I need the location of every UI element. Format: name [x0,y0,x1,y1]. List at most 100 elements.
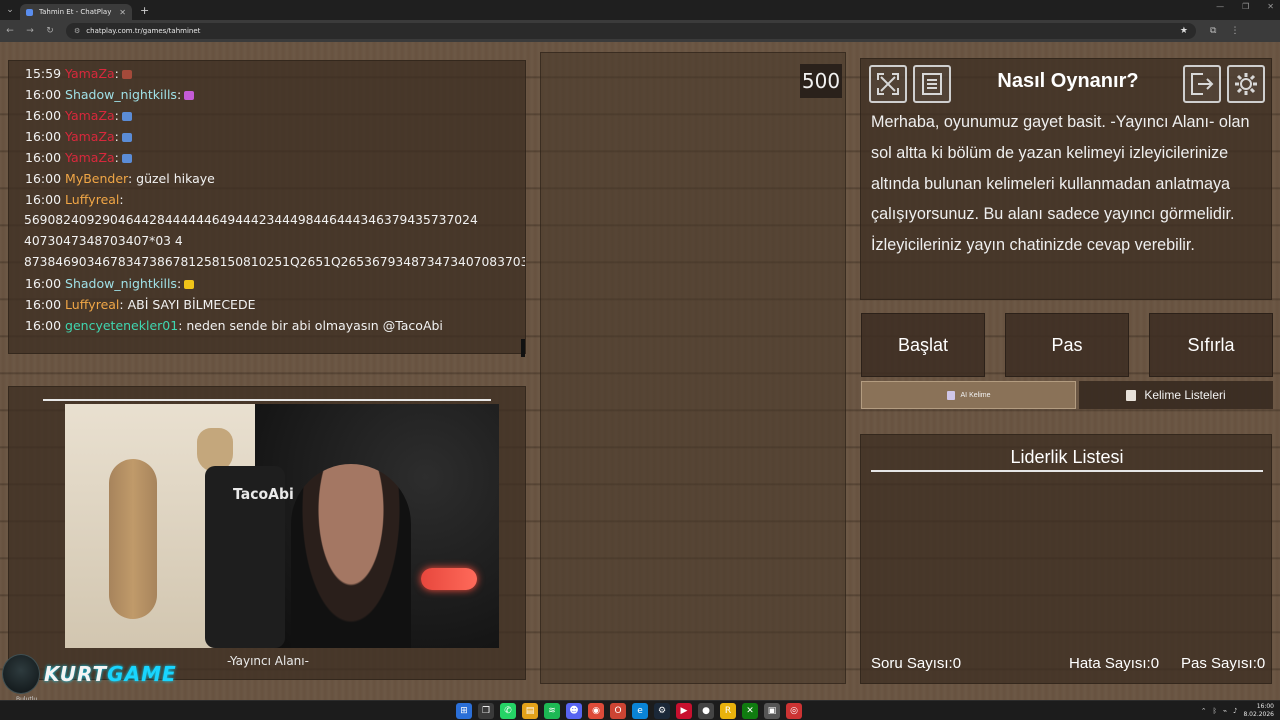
chat-message-list: 15:59 YamaZa: 16:00 Shadow_nightkills: 16:00… [24,63,525,336]
logo-text-part-a: KURT [44,662,108,686]
edge-icon[interactable]: e [632,703,648,719]
settings-button[interactable] [1227,65,1265,103]
rules-button[interactable] [913,65,951,103]
webcam-streamer [291,464,411,648]
system-tray: ⌃ ᛒ ⌁ ♪ 16:00 8.02.2026 [1201,703,1274,719]
extensions-icon[interactable]: ⧉ [1210,26,1216,36]
start-menu-icon[interactable]: ⊞ [456,703,472,719]
emote-icon [121,154,132,163]
chat-scrollbar[interactable] [521,339,525,357]
tray-expand-icon[interactable]: ⌃ [1201,707,1207,715]
webcam-video: TacoAbi [65,404,499,648]
tab-ai-word-label: AI Kelime [960,391,991,399]
tab-ai-word[interactable]: AI Kelime [861,381,1076,409]
chat-username[interactable]: Shadow_nightkills [65,87,177,102]
fullscreen-button[interactable] [869,65,907,103]
chat-time: 16:00 [25,171,62,186]
chat-username[interactable]: Luffyreal [65,192,119,207]
address-bar: ← → ↻ ⚙ chatplay.com.tr/games/tahminet ★… [0,20,1280,42]
obs-icon[interactable]: ● [698,703,714,719]
opera-icon[interactable]: O [610,703,626,719]
how-to-play-text: Merhaba, oyunumuz gayet basit. -Yayıncı … [871,113,1250,255]
tab-word-lists-label: Kelime Listeleri [1144,388,1226,402]
wolf-avatar-icon [2,654,40,694]
chat-message-continuation: 4073047348703407*03 4 [24,234,183,248]
how-to-play-title: Nasıl Oynanır? [997,70,1139,92]
start-button[interactable]: Başlat [861,313,985,377]
reset-button[interactable]: Sıfırla [1149,313,1273,377]
chrome-icon[interactable]: ◉ [588,703,604,719]
chat-username[interactable]: YamaZa [65,108,115,123]
chat-username[interactable]: MyBender [65,171,128,186]
game-launcher-icon[interactable]: ▶ [676,703,692,719]
task-view-icon[interactable]: ❐ [478,703,494,719]
bluetooth-icon[interactable]: ᛒ [1213,707,1217,715]
taskbar-apps: ⊞ ❐ ✆ ▤ ≋ ☻ ◉ O e ⚙ ▶ ● R ✕ ▣ ◎ [456,703,802,719]
url-field[interactable]: ⚙ chatplay.com.tr/games/tahminet ★ [66,23,1196,39]
chat-username[interactable]: Shadow_nightkills [65,276,177,291]
bookmark-star-icon[interactable]: ★ [1180,26,1188,36]
chat-text: : [119,192,124,207]
notepad-icon [1126,389,1137,401]
emote-icon [121,112,132,121]
steam-icon[interactable]: ⚙ [654,703,670,719]
app-r-icon[interactable]: R [720,703,736,719]
pass-button[interactable]: Pas [1005,313,1129,377]
chat-text: : [114,108,119,123]
store-icon[interactable]: ▣ [764,703,780,719]
gear-icon [1235,73,1257,95]
chat-text: : ABİ SAYI BİLMECEDE [119,297,256,312]
score-display: 500 [800,64,842,98]
chat-username[interactable]: gencyetenekler01 [65,318,178,333]
word-area-panel [540,52,846,684]
chat-time: 15:59 [25,66,62,81]
menu-icon[interactable]: ⋮ [1230,26,1239,36]
chat-text: : [176,276,182,291]
tab-word-lists[interactable]: Kelime Listeleri [1079,381,1273,409]
file-explorer-icon[interactable]: ▤ [522,703,538,719]
chat-message-continuation: 8738469034678347386781258150810251Q2651Q… [24,255,525,269]
reload-icon[interactable]: ↻ [40,26,60,36]
tab-title: Tahmin Et - ChatPlay [39,8,112,16]
close-tab-icon[interactable]: ✕ [119,8,126,17]
fullscreen-icon [877,73,899,95]
restore-icon[interactable]: ❐ [1242,2,1249,11]
logo-text-part-b: GAME [107,662,177,686]
chat-username[interactable]: YamaZa [65,150,115,165]
emote-icon [184,91,195,100]
forward-icon[interactable]: → [20,26,40,36]
chat-time: 16:00 [25,192,62,207]
divider [871,470,1263,472]
chat-username[interactable]: YamaZa [65,66,115,81]
clock-date: 8.02.2026 [1243,711,1274,718]
tab-search-icon[interactable]: ⌄ [0,0,20,20]
chat-time: 16:00 [25,108,62,123]
whatsapp-icon[interactable]: ✆ [500,703,516,719]
chat-text: : güzel hikaye [127,171,215,186]
close-window-icon[interactable]: ✕ [1267,2,1274,11]
logout-button[interactable] [1183,65,1221,103]
chat-time: 16:00 [25,150,62,165]
browser-tab[interactable]: Tahmin Et - ChatPlay ✕ [20,4,132,20]
taskbar: ⊞ ❐ ✆ ▤ ≋ ☻ ◉ O e ⚙ ▶ ● R ✕ ▣ ◎ ⌃ ᛒ ⌁ ♪ … [0,700,1280,720]
clock[interactable]: 16:00 8.02.2026 [1243,703,1274,719]
chrome-active-icon[interactable]: ◎ [786,703,802,719]
spotify-icon[interactable]: ≋ [544,703,560,719]
network-icon[interactable]: ⌁ [1223,707,1227,715]
emote-icon [184,280,195,289]
chat-username[interactable]: Luffyreal [65,297,119,312]
chat-message: 15:59 YamaZa: [25,63,525,84]
new-tab-button[interactable]: + [140,4,149,17]
discord-icon[interactable]: ☻ [566,703,582,719]
chat-text: : [114,150,119,165]
pass-count: Pas Sayısı:0 [1181,655,1266,672]
chair-label: TacoAbi [233,486,294,504]
back-icon[interactable]: ← [0,26,20,36]
minimize-icon[interactable]: — [1216,2,1224,11]
site-info-icon[interactable]: ⚙ [74,27,80,35]
chat-username[interactable]: YamaZa [65,129,115,144]
volume-icon[interactable]: ♪ [1233,707,1237,715]
chat-message: 16:00 YamaZa: [25,147,525,168]
xbox-icon[interactable]: ✕ [742,703,758,719]
logo-text: KURTGAME [44,662,177,686]
